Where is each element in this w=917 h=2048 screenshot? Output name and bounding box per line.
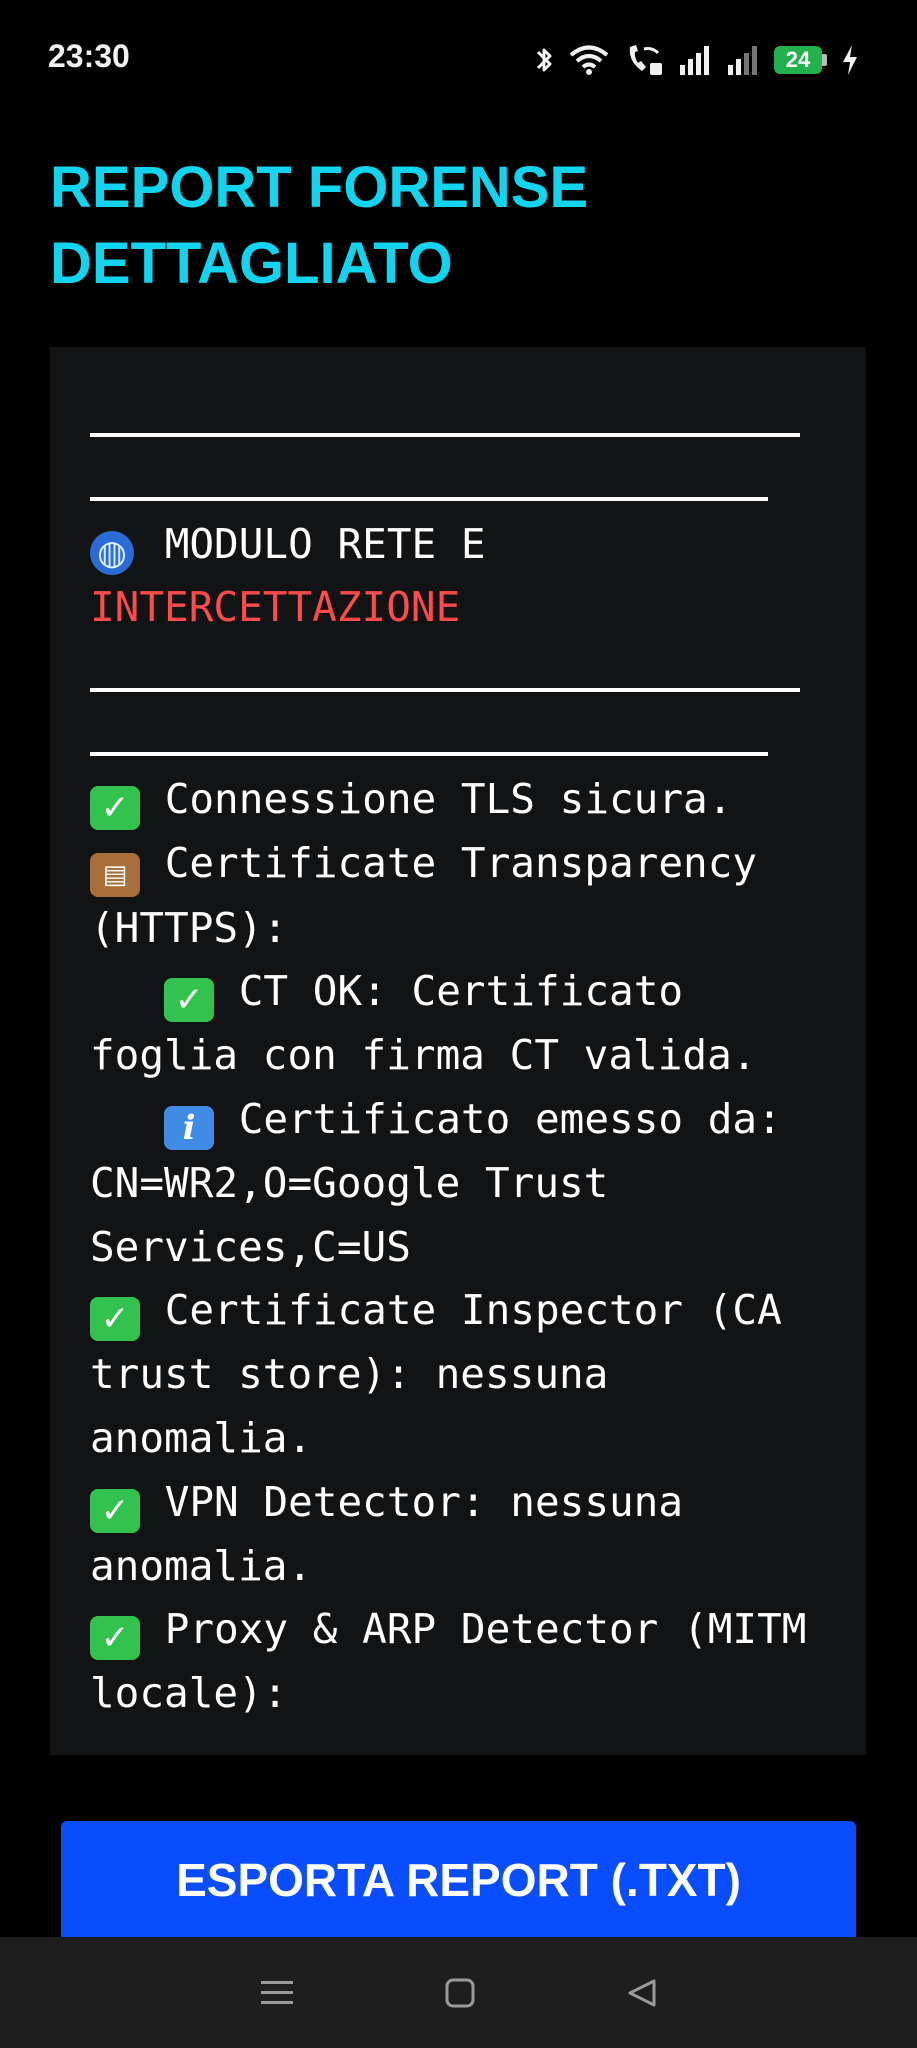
menu-icon[interactable] <box>260 1978 294 2008</box>
check-mark-icon: ✓ <box>164 978 215 1023</box>
divider <box>90 640 850 704</box>
signal-icon <box>678 45 712 75</box>
bluetooth-icon <box>534 44 554 76</box>
status-time: 23:30 <box>48 38 130 74</box>
back-triangle-icon[interactable] <box>626 1977 658 2009</box>
report-line: ✓ CT OK: Certificato foglia con firma CT… <box>90 967 757 1080</box>
section-heading-prefix: MODULO RETE E <box>164 519 486 568</box>
report-line: ✓ Connessione TLS sicura. <box>90 768 850 832</box>
battery-level: 24 <box>774 46 822 74</box>
export-report-button[interactable]: ESPORTA REPORT (.TXT) <box>61 1821 856 1943</box>
wifi-calling-icon <box>624 43 664 77</box>
battery-icon: 24 <box>774 46 827 74</box>
report-line: ✓ Proxy & ARP Detector (MITM locale): <box>90 1605 832 1718</box>
charging-icon <box>841 44 859 76</box>
divider <box>90 704 850 768</box>
section-heading-highlight: INTERCETTAZIONE <box>90 583 461 632</box>
status-icons: 24 <box>534 38 859 82</box>
home-square-icon[interactable] <box>444 1977 476 2009</box>
wifi-icon <box>568 44 610 76</box>
report-line: ▤ Certificate Transparency (HTTPS): <box>90 838 782 952</box>
report-line: i Certificato emesso da: CN=WR2,O=Google… <box>90 1094 807 1271</box>
check-mark-icon: ✓ <box>90 785 140 830</box>
divider <box>90 449 850 513</box>
status-bar: 23:30 24 <box>0 0 917 118</box>
report-line: ✓ Certificate Inspector (CA trust store)… <box>90 1286 807 1462</box>
signal-weak-icon <box>726 45 760 75</box>
check-mark-icon: ✓ <box>90 1297 140 1342</box>
info-icon: i <box>164 1105 215 1150</box>
check-mark-icon: ✓ <box>90 1488 140 1533</box>
globe-icon: ◍ <box>90 530 134 575</box>
report-line: ✓ VPN Detector: nessuna anomalia. <box>90 1477 708 1590</box>
page-title: REPORT FORENSE DETTAGLIATO <box>50 155 589 296</box>
navigation-bar <box>0 1937 917 2048</box>
check-mark-icon: ✓ <box>90 1616 140 1661</box>
clipboard-icon: ▤ <box>90 852 140 897</box>
report-panel[interactable]: ◍ MODULO RETE E INTERCETTAZIONE ✓ Connes… <box>50 347 866 1755</box>
report-text: ◍ MODULO RETE E INTERCETTAZIONE ✓ Connes… <box>90 385 850 1726</box>
section-heading: ◍ MODULO RETE E INTERCETTAZIONE <box>90 513 850 641</box>
divider <box>90 385 850 449</box>
